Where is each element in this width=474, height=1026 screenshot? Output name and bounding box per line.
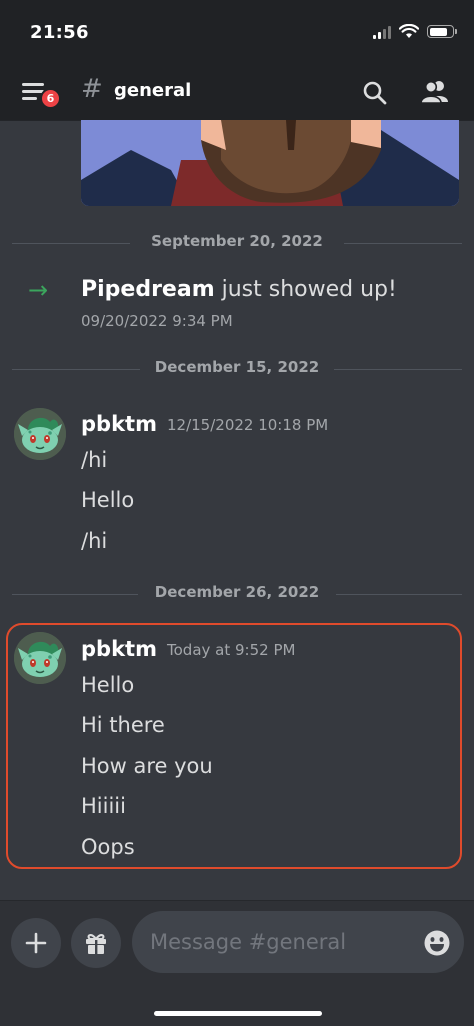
channel-header: 6 [0,62,474,120]
join-action-text: just showed up! [214,277,397,302]
message-text[interactable]: Hi there [81,713,165,737]
illustration-image [81,120,459,206]
channel-hash-icon: # [81,74,103,104]
menu-button[interactable]: 6 [22,78,62,109]
date-divider: December 26, 2022 [12,583,462,605]
date-divider-label: September 20, 2022 [151,232,323,250]
date-divider-label: December 26, 2022 [154,583,320,601]
status-bar: 21:56 [0,0,474,62]
message-timestamp: 12/15/2022 10:18 PM [167,416,329,434]
members-icon[interactable] [420,78,450,106]
date-divider: September 20, 2022 [12,232,462,254]
join-arrow-icon: → [28,276,49,304]
date-divider-label: December 15, 2022 [154,358,320,376]
join-timestamp: 09/20/2022 9:34 PM [81,312,233,330]
highlight-box [6,623,462,869]
image-attachment[interactable] [81,120,459,206]
message-author[interactable]: pbktm [81,412,157,436]
message-text[interactable]: How are you [81,754,213,778]
search-icon[interactable] [362,80,388,106]
status-time: 21:56 [30,22,89,43]
message-text[interactable]: /hi [81,529,107,553]
cellular-signal-icon [373,25,391,39]
join-message: Pipedream just showed up! [81,277,397,302]
message-text[interactable]: Hello [81,488,134,512]
date-divider: December 15, 2022 [12,358,462,380]
status-icons [373,24,457,39]
home-indicator [154,1011,322,1016]
battery-icon [427,25,457,38]
add-attachment-button[interactable] [11,918,61,968]
message-text[interactable]: Hiiiii [81,794,126,818]
message-text[interactable]: Oops [81,835,135,859]
emoji-icon[interactable] [423,929,451,957]
avatar[interactable] [14,408,66,460]
wifi-icon [399,24,419,38]
bulbasaur-avatar-icon [14,408,66,460]
message-text[interactable]: Hello [81,673,134,697]
gift-button[interactable] [71,918,121,968]
message-timestamp: Today at 9:52 PM [167,641,296,659]
avatar[interactable] [14,632,66,684]
message-text[interactable]: /hi [81,448,107,472]
bulbasaur-avatar-icon [14,632,66,684]
message-input[interactable] [132,911,464,973]
unread-badge: 6 [40,88,61,109]
join-username[interactable]: Pipedream [81,277,215,302]
channel-title[interactable]: general [114,80,191,101]
message-author[interactable]: pbktm [81,637,157,661]
gift-icon [86,934,106,954]
plus-icon [25,932,47,954]
